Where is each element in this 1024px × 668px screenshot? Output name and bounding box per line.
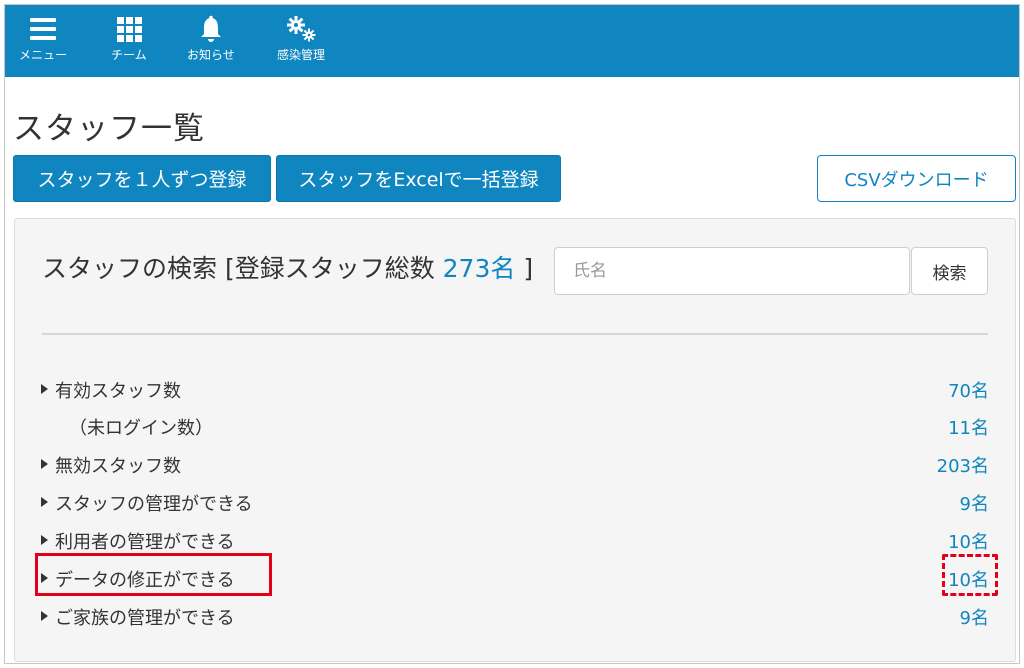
gears-icon	[287, 16, 316, 42]
stat-row-inactive-staff: 無効スタッフ数 203名	[41, 450, 989, 480]
stat-label: 無効スタッフ数	[55, 456, 181, 477]
stat-label: （未ログイン数）	[69, 418, 213, 439]
nav-team-label: チーム	[111, 48, 147, 62]
divider	[42, 333, 988, 335]
register-one-button[interactable]: スタッフを１人ずつ登録	[13, 155, 271, 202]
nav-menu-label: メニュー	[19, 48, 68, 62]
nav-menu[interactable]: メニュー	[19, 15, 67, 63]
app-window: メニュー チーム お知らせ 感染管理 スタッフ一覧 スタッフを１人ずつ登録 スタ…	[4, 4, 1020, 664]
stat-row-active-staff: 有効スタッフ数 70名	[41, 375, 989, 405]
caret-right-icon	[41, 535, 48, 545]
page-title: スタッフ一覧	[13, 111, 205, 147]
total-staff-count: 273名	[442, 254, 516, 283]
caret-right-icon	[41, 459, 48, 469]
stat-value-link[interactable]: 10名	[948, 528, 989, 554]
grid-icon	[116, 17, 142, 42]
stat-row-family-admin: ご家族の管理ができる 9名	[41, 602, 989, 632]
csv-download-button[interactable]: CSVダウンロード	[817, 155, 1016, 202]
stat-label: 有効スタッフ数	[55, 381, 181, 402]
stat-row-not-logged-in: （未ログイン数） 11名	[41, 412, 989, 442]
stat-value-link[interactable]: 11名	[948, 414, 989, 440]
caret-right-icon	[41, 497, 48, 507]
stat-value-link[interactable]: 9名	[960, 490, 989, 516]
highlight-box-count-dashed	[942, 554, 998, 596]
nav-infection[interactable]: 感染管理	[277, 15, 325, 63]
bell-icon	[200, 15, 221, 42]
name-search-input[interactable]	[554, 247, 910, 295]
stat-label: ご家族の管理ができる	[55, 608, 235, 629]
caret-right-icon	[41, 384, 48, 394]
stat-row-user-admin: 利用者の管理ができる 10名	[41, 526, 989, 556]
top-nav-bar: メニュー チーム お知らせ 感染管理	[5, 5, 1019, 77]
search-heading-prefix: スタッフの検索 [登録スタッフ総数	[42, 254, 443, 283]
highlight-box-data-edit	[35, 553, 272, 596]
register-excel-button[interactable]: スタッフをExcelで一括登録	[276, 155, 561, 202]
nav-infection-label: 感染管理	[277, 48, 326, 62]
nav-notice-label: お知らせ	[187, 48, 235, 62]
stat-label: スタッフの管理ができる	[55, 494, 253, 515]
search-button[interactable]: 検索	[911, 247, 988, 295]
search-heading-suffix: ]	[515, 254, 534, 283]
stat-value-link[interactable]: 203名	[937, 452, 989, 478]
nav-team[interactable]: チーム	[111, 15, 147, 63]
search-heading: スタッフの検索 [登録スタッフ総数 273名 ]	[42, 249, 533, 285]
stat-row-staff-admin: スタッフの管理ができる 9名	[41, 488, 989, 518]
stat-label: 利用者の管理ができる	[55, 532, 235, 553]
nav-notice[interactable]: お知らせ	[187, 15, 235, 63]
stat-value-link[interactable]: 9名	[960, 604, 989, 630]
stat-value-link[interactable]: 70名	[948, 377, 989, 403]
caret-right-icon	[41, 611, 48, 621]
hamburger-menu-icon	[30, 18, 56, 40]
